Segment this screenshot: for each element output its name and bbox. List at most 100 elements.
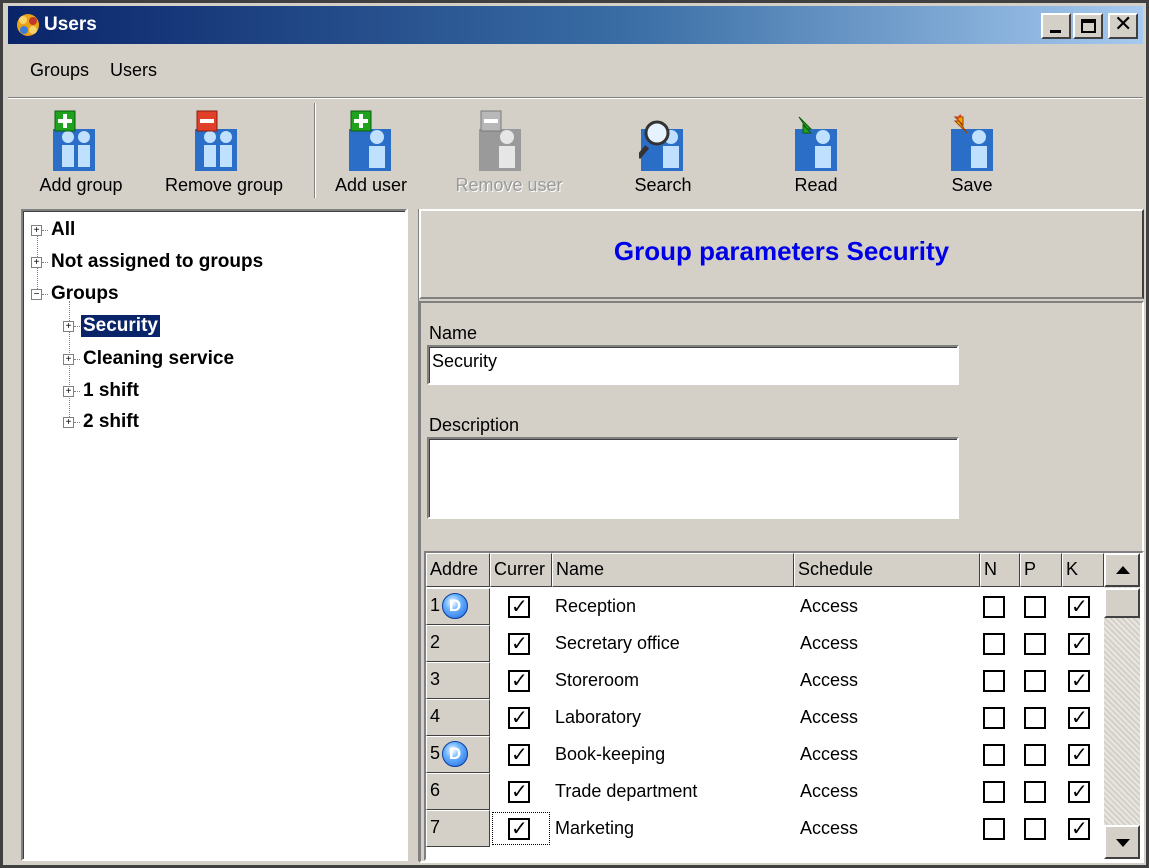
row-address[interactable]: 5D	[426, 736, 490, 773]
name-field[interactable]: Security	[427, 345, 959, 385]
current-checkbox[interactable]: ✓	[508, 594, 530, 618]
column-header-address[interactable]: Addre	[426, 553, 490, 587]
current-checkbox[interactable]: ✓	[508, 742, 530, 766]
table-row[interactable]: 3 ✓ Storeroom Access ✓	[426, 662, 1104, 699]
maximize-button[interactable]	[1073, 13, 1103, 39]
tree-node-label: Not assigned to groups	[51, 251, 264, 272]
current-checkbox[interactable]: ✓	[508, 779, 530, 803]
k-checkbox[interactable]: ✓	[1068, 594, 1090, 618]
expand-icon[interactable]: +	[63, 386, 74, 397]
menu-groups[interactable]: Groups	[30, 60, 89, 81]
row-address[interactable]: 4	[426, 699, 490, 736]
menu-users[interactable]: Users	[110, 60, 157, 81]
remove-group-button[interactable]: Remove group	[149, 103, 299, 203]
table-scrollbar[interactable]	[1104, 553, 1140, 859]
k-checkbox[interactable]: ✓	[1068, 742, 1090, 766]
row-schedule[interactable]: Access	[800, 707, 858, 728]
k-checkbox[interactable]: ✓	[1068, 631, 1090, 655]
current-checkbox[interactable]: ✓	[508, 668, 530, 692]
panel-splitter[interactable]	[407, 209, 419, 861]
n-checkbox[interactable]	[983, 818, 1005, 840]
row-schedule[interactable]: Access	[800, 596, 858, 617]
k-checkbox[interactable]: ✓	[1068, 668, 1090, 692]
checkmark-icon: ✓	[1071, 742, 1088, 766]
access-table[interactable]: Addre Currer Name Schedule N P K 1 D ✓ Rece…	[424, 551, 1144, 861]
n-checkbox[interactable]	[983, 670, 1005, 692]
column-header-name[interactable]: Name	[552, 553, 794, 587]
p-checkbox[interactable]	[1024, 818, 1046, 840]
k-checkbox[interactable]: ✓	[1068, 816, 1090, 840]
row-schedule[interactable]: Access	[800, 670, 858, 691]
table-row[interactable]: 6 ✓ Trade department Access ✓	[426, 773, 1104, 810]
n-checkbox[interactable]	[983, 596, 1005, 618]
row-name: Storeroom	[555, 670, 640, 690]
description-field[interactable]	[427, 437, 959, 519]
row-schedule[interactable]: Access	[800, 744, 858, 765]
n-checkbox[interactable]	[983, 781, 1005, 803]
k-checkbox[interactable]: ✓	[1068, 779, 1090, 803]
search-button[interactable]: Search	[615, 103, 711, 203]
read-label: Read	[794, 175, 838, 195]
row-schedule[interactable]: Access	[800, 633, 858, 654]
table-row[interactable]: 5 D ✓ Book-keeping Access ✓	[426, 736, 1104, 773]
column-header-schedule[interactable]: Schedule	[794, 553, 980, 587]
expand-icon[interactable]: +	[63, 321, 74, 332]
close-button[interactable]: ✕	[1108, 12, 1138, 39]
checkmark-icon: ✓	[1071, 594, 1088, 618]
checkmark-icon: ✓	[511, 631, 528, 655]
minimize-button[interactable]	[1041, 13, 1071, 39]
scroll-up-button[interactable]	[1104, 553, 1140, 587]
tree-node-label: Cleaning service	[83, 348, 235, 369]
p-checkbox[interactable]	[1024, 633, 1046, 655]
table-row[interactable]: 1 D ✓ Reception Access ✓	[426, 588, 1104, 625]
scroll-down-button[interactable]	[1104, 825, 1140, 859]
group-tree[interactable]: + All + Not assigned to groups − Groups …	[21, 209, 407, 861]
checkmark-icon: ✓	[511, 594, 528, 618]
p-checkbox[interactable]	[1024, 596, 1046, 618]
save-button[interactable]: Save	[937, 103, 1007, 203]
title-bar[interactable]: Users ✕	[8, 6, 1143, 44]
expand-icon[interactable]: +	[63, 354, 74, 365]
menu-separator	[8, 97, 1143, 99]
users-window: Users ✕ Groups Users Add group Remove gr…	[0, 0, 1149, 868]
collapse-icon[interactable]: −	[31, 289, 42, 300]
table-row[interactable]: 7 ✓ Marketing Access ✓	[426, 810, 1104, 847]
column-header-current[interactable]: Currer	[490, 553, 552, 587]
p-checkbox[interactable]	[1024, 781, 1046, 803]
n-checkbox[interactable]	[983, 707, 1005, 729]
p-checkbox[interactable]	[1024, 670, 1046, 692]
k-checkbox[interactable]: ✓	[1068, 705, 1090, 729]
tree-dash	[74, 422, 80, 423]
expand-icon[interactable]: +	[31, 257, 42, 268]
row-address[interactable]: 2	[426, 625, 490, 662]
scroll-thumb[interactable]	[1104, 588, 1140, 618]
p-checkbox[interactable]	[1024, 744, 1046, 766]
close-icon: ✕	[1114, 12, 1133, 37]
row-address[interactable]: 7	[426, 810, 490, 847]
row-name: Trade department	[555, 781, 698, 801]
table-row[interactable]: 4 ✓ Laboratory Access ✓	[426, 699, 1104, 736]
current-checkbox[interactable]: ✓	[508, 631, 530, 655]
expand-icon[interactable]: +	[63, 417, 74, 428]
row-name: Reception	[555, 596, 637, 616]
row-address[interactable]: 6	[426, 773, 490, 810]
n-checkbox[interactable]	[983, 744, 1005, 766]
add-user-button[interactable]: Add user	[319, 103, 423, 203]
p-checkbox[interactable]	[1024, 707, 1046, 729]
row-schedule[interactable]: Access	[800, 818, 858, 839]
row-address[interactable]: 3	[426, 662, 490, 699]
n-checkbox[interactable]	[983, 633, 1005, 655]
row-address[interactable]: 1D	[426, 588, 490, 625]
column-header-n[interactable]: N	[980, 553, 1020, 587]
current-checkbox[interactable]: ✓	[508, 705, 530, 729]
save-label: Save	[951, 175, 993, 195]
read-button[interactable]: Read	[781, 103, 851, 203]
row-name: Laboratory	[555, 707, 642, 727]
row-schedule[interactable]: Access	[800, 781, 858, 802]
add-group-button[interactable]: Add group	[23, 103, 139, 203]
table-row[interactable]: 2 ✓ Secretary office Access ✓	[426, 625, 1104, 662]
column-header-p[interactable]: P	[1020, 553, 1062, 587]
column-header-k[interactable]: K	[1062, 553, 1104, 587]
remove-user-button[interactable]: Remove user	[439, 103, 579, 203]
expand-icon[interactable]: +	[31, 225, 42, 236]
